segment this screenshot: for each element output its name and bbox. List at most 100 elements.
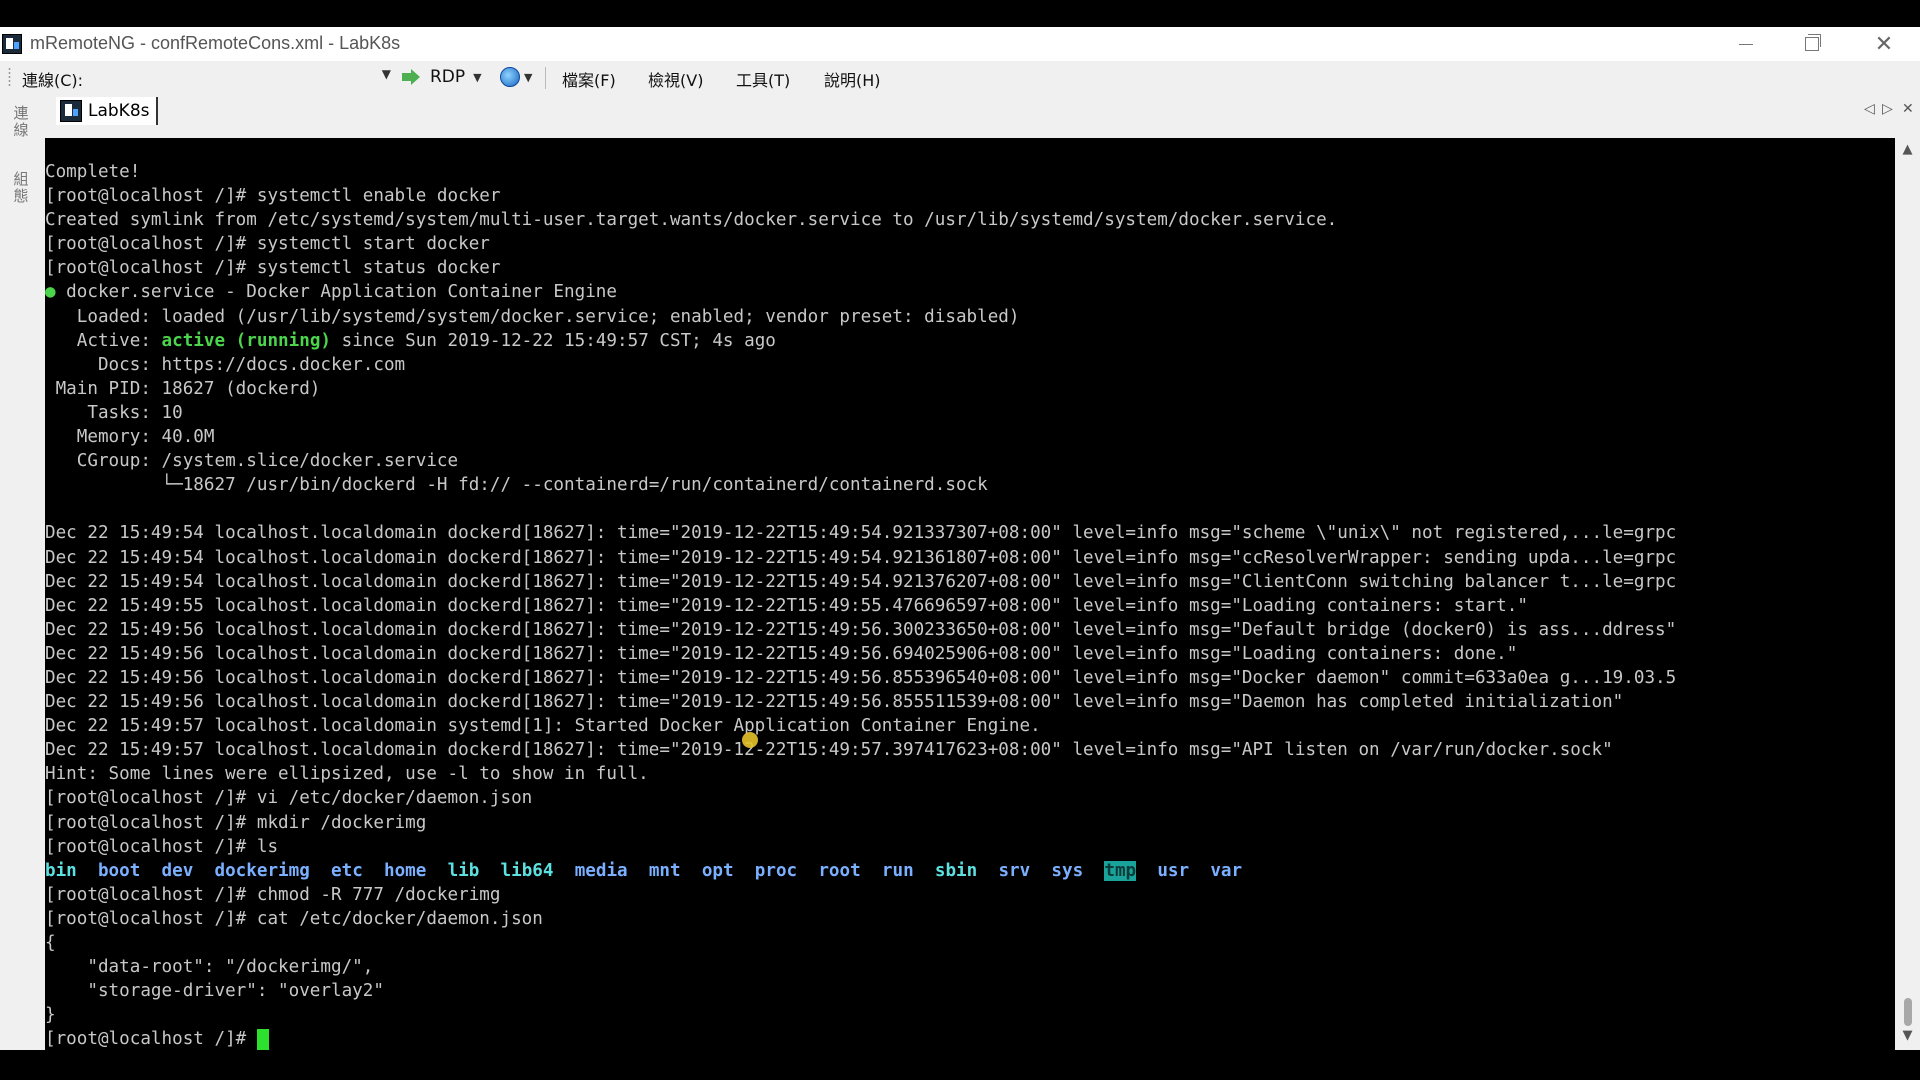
- video-letterbox-top: [0, 0, 1920, 27]
- terminal-line: [root@localhost /]# systemctl enable doc…: [45, 186, 501, 207]
- terminal-line: "data-root": "/dockerimg/",: [45, 957, 374, 978]
- ssh-terminal[interactable]: Complete! [root@localhost /]# systemctl e…: [45, 138, 1895, 1050]
- ls-entry: bin: [45, 860, 77, 881]
- terminal-line: Dec 22 15:49:57 localhost.localdomain sy…: [45, 716, 1041, 737]
- ls-entry: proc: [754, 860, 798, 881]
- external-tools-button[interactable]: ▼: [500, 65, 532, 89]
- ls-entry: etc: [331, 860, 363, 881]
- connect-combobox[interactable]: ▼: [93, 65, 393, 89]
- menu-toolbar: 連線(C): ▼ RDP ▼ ▼ 檔案(F) 檢視(V) 工具(T) 說明(H): [0, 61, 1920, 94]
- terminal-line: Dec 22 15:49:56 localhost.localdomain do…: [45, 619, 1677, 640]
- session-icon: [60, 100, 82, 122]
- terminal-line: Hint: Some lines were ellipsized, use -l…: [45, 764, 649, 785]
- ls-entry: dockerimg: [214, 860, 310, 881]
- terminal-line: Dec 22 15:49:57 localhost.localdomain do…: [45, 740, 1613, 761]
- terminal-cursor: [256, 1028, 269, 1050]
- ls-entry: tmp: [1104, 860, 1137, 881]
- status-active-text: active (running): [161, 330, 332, 351]
- terminal-line: [root@localhost /]# vi /etc/docker/daemo…: [45, 788, 533, 809]
- terminal-line: [root@localhost /]# cat /etc/docker/daem…: [45, 908, 543, 929]
- terminal-line: [root@localhost /]# mkdir /dockerimg: [45, 812, 427, 833]
- menu-view[interactable]: 檢視(V): [648, 67, 703, 91]
- terminal-line: Loaded: loaded (/usr/lib/systemd/system/…: [45, 306, 1020, 327]
- terminal-line: Dec 22 15:49:55 localhost.localdomain do…: [45, 595, 1528, 616]
- terminal-line: CGroup: /system.slice/docker.service: [45, 451, 459, 472]
- tab-scroll-left-icon[interactable]: ◁: [1864, 101, 1875, 117]
- restore-icon: [1805, 34, 1821, 51]
- tab-label: LabK8s: [88, 101, 150, 121]
- menu-help[interactable]: 說明(H): [824, 67, 881, 91]
- terminal-line: }: [45, 1005, 56, 1026]
- terminal-line: Dec 22 15:49:56 localhost.localdomain do…: [45, 692, 1624, 713]
- ls-entry: mnt: [648, 860, 681, 881]
- app-icon: [2, 34, 22, 54]
- menu-tools[interactable]: 工具(T): [736, 67, 790, 91]
- mouse-pointer-icon: [742, 732, 758, 748]
- scrollbar-thumb[interactable]: [1904, 998, 1912, 1026]
- chevron-down-icon[interactable]: ▼: [382, 67, 391, 81]
- terminal-vertical-scrollbar[interactable]: ▲ ▼: [1895, 138, 1920, 1050]
- terminal-line: Dec 22 15:49:56 localhost.localdomain do…: [45, 667, 1677, 688]
- terminal-line: {: [45, 933, 56, 953]
- toolbar-grip-icon[interactable]: [8, 67, 11, 87]
- terminal-line: [root@localhost /]# ls: [45, 836, 279, 857]
- terminal-line: Created symlink from /etc/systemd/system…: [45, 210, 1338, 231]
- terminal-line: Active: active (running) since Sun 2019-…: [45, 330, 776, 351]
- video-letterbox-bottom: [0, 1050, 1920, 1080]
- connections-panel-label: 連線: [13, 104, 29, 139]
- connect-label: 連線(C):: [22, 71, 84, 90]
- minimize-icon: [1739, 43, 1753, 45]
- terminal-line: Dec 22 15:49:54 localhost.localdomain do…: [45, 547, 1677, 568]
- rdp-protocol-button[interactable]: RDP ▼: [402, 65, 482, 89]
- terminal-line: [root@localhost /]# systemctl status doc…: [45, 258, 501, 279]
- close-button[interactable]: ✕: [1856, 27, 1912, 61]
- terminal-line: [root@localhost /]# systemctl start dock…: [45, 234, 490, 255]
- ls-entry: opt: [701, 860, 734, 881]
- ls-entry: lib64: [500, 860, 554, 881]
- title-bar[interactable]: mRemoteNG - confRemoteCons.xml - LabK8s …: [0, 27, 1920, 61]
- tab-labk8s[interactable]: LabK8s: [56, 97, 158, 125]
- document-tab-strip: LabK8s ◁ ▷ ✕: [0, 93, 1920, 129]
- window-title: mRemoteNG - confRemoteCons.xml - LabK8s: [30, 33, 401, 53]
- ls-entry: usr: [1157, 860, 1190, 881]
- close-icon: ✕: [1874, 31, 1894, 57]
- maximize-button[interactable]: [1784, 27, 1840, 61]
- scroll-up-icon[interactable]: ▲: [1895, 142, 1920, 157]
- chevron-down-icon[interactable]: ▼: [473, 71, 481, 84]
- ls-entry: boot: [97, 860, 141, 881]
- scroll-down-icon[interactable]: ▼: [1895, 1028, 1920, 1043]
- terminal-line: Docs: https://docs.docker.com: [45, 354, 406, 375]
- mremoteng-window: mRemoteNG - confRemoteCons.xml - LabK8s …: [0, 27, 1920, 1077]
- terminal-line: Dec 22 15:49:56 localhost.localdomain do…: [45, 643, 1518, 664]
- terminal-line: "storage-driver": "overlay2": [45, 981, 384, 1002]
- side-panel-strip: [0, 129, 45, 1050]
- ls-entry: home: [384, 860, 427, 881]
- terminal-line: bin boot dev dockerimg etc home lib lib6…: [45, 859, 1676, 883]
- terminal-line: Main PID: 18627 (dockerd): [45, 378, 321, 399]
- ls-entry: sys: [1051, 860, 1084, 881]
- terminal-line: Tasks: 10: [45, 402, 183, 423]
- terminal-line: Memory: 40.0M: [45, 427, 215, 448]
- ls-entry: srv: [998, 860, 1031, 881]
- tab-scroll-right-icon[interactable]: ▷: [1882, 101, 1893, 117]
- config-panel-tab[interactable]: 組態: [12, 171, 30, 205]
- menu-file[interactable]: 檔案(F): [562, 67, 616, 91]
- service-status-dot-icon: ●: [45, 282, 56, 303]
- terminal-line: [root@localhost /]# chmod -R 777 /docker…: [45, 884, 501, 905]
- terminal-line: └─18627 /usr/bin/dockerd -H fd:// --cont…: [45, 475, 988, 496]
- connect-input[interactable]: [93, 65, 381, 89]
- ls-entry: media: [574, 860, 628, 881]
- ls-entry: run: [881, 860, 914, 881]
- config-panel-label: 組態: [13, 170, 29, 205]
- terminal-line: Complete!: [45, 162, 141, 182]
- rdp-arrow-icon: [402, 68, 422, 86]
- globe-icon: [500, 67, 520, 87]
- tab-close-icon[interactable]: ✕: [1902, 101, 1914, 117]
- chevron-down-icon[interactable]: ▼: [524, 71, 532, 84]
- minimize-button[interactable]: [1718, 27, 1774, 61]
- terminal-line: [root@localhost /]#: [45, 1027, 1676, 1050]
- ls-entry: dev: [161, 860, 194, 881]
- ls-entry: lib: [447, 860, 480, 881]
- connections-panel-tab[interactable]: 連線: [12, 105, 30, 139]
